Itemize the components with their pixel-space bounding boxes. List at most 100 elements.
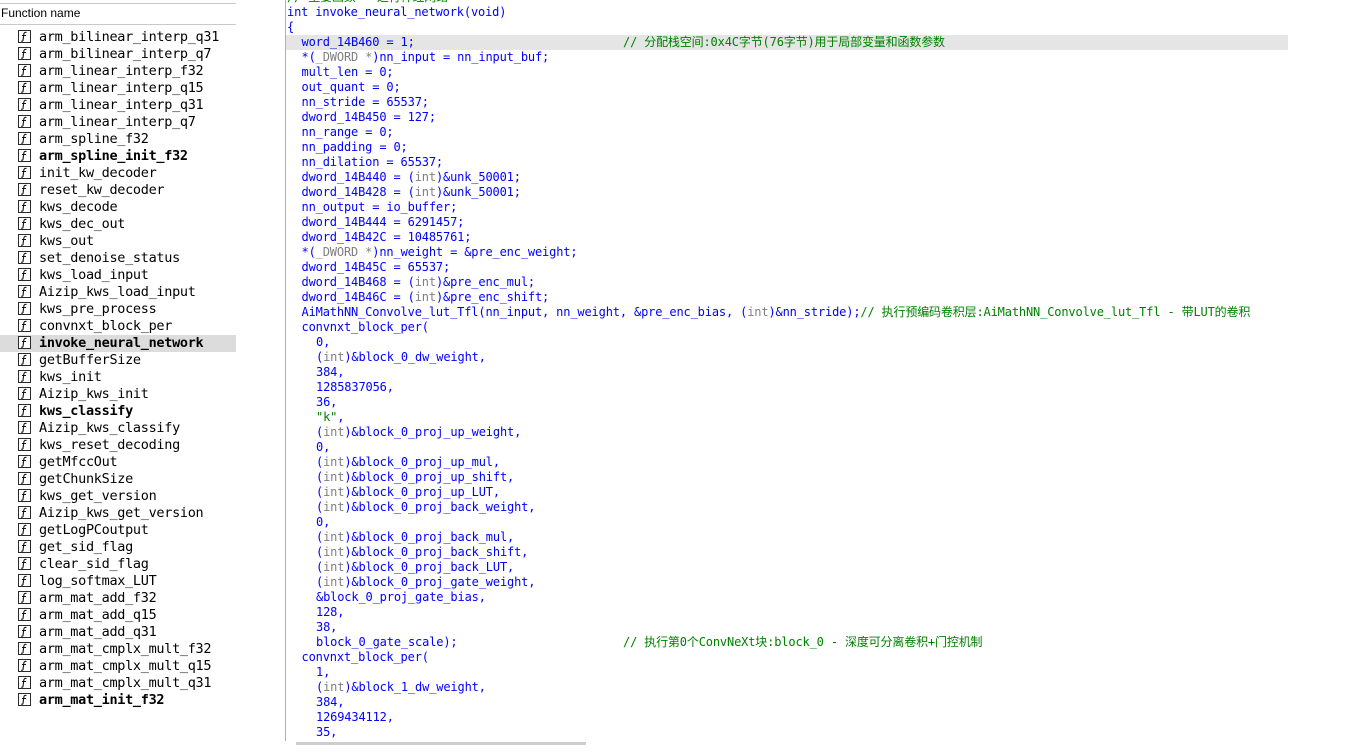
function-list-item[interactable]: arm_bilinear_interp_q31: [0, 29, 236, 46]
code-line[interactable]: 0,: [286, 335, 1348, 350]
function-name: arm_linear_interp_q31: [39, 97, 204, 113]
current-code-line[interactable]: word_14B460 = 1; // 分配栈空间:0x4C字节(76字节)用于局…: [286, 35, 1288, 50]
code-line[interactable]: *(_DWORD *)nn_input = nn_input_buf;: [286, 50, 1348, 65]
code-line[interactable]: {: [286, 20, 1348, 35]
code-line[interactable]: 36,: [286, 395, 1348, 410]
function-list-item[interactable]: invoke_neural_network: [0, 335, 236, 352]
function-list-item[interactable]: Aizip_kws_load_input: [0, 284, 236, 301]
function-list-item[interactable]: reset_kw_decoder: [0, 182, 236, 199]
function-list-item[interactable]: arm_mat_cmplx_mult_q31: [0, 675, 236, 692]
code-line[interactable]: nn_range = 0;: [286, 125, 1348, 140]
code-line[interactable]: dword_14B428 = (int)&unk_50001;: [286, 185, 1348, 200]
function-list-item[interactable]: clear_sid_flag: [0, 556, 236, 573]
code-line[interactable]: (int)&block_0_proj_gate_weight,: [286, 575, 1348, 590]
code-line[interactable]: 35,: [286, 725, 1348, 740]
function-f-icon: [18, 421, 31, 434]
code-line[interactable]: nn_output = io_buffer;: [286, 200, 1348, 215]
code-line[interactable]: (int)&block_0_proj_up_LUT,: [286, 485, 1348, 500]
function-list-item[interactable]: kws_init: [0, 369, 236, 386]
function-list-item[interactable]: init_kw_decoder: [0, 165, 236, 182]
code-line[interactable]: 0,: [286, 440, 1348, 455]
code-line[interactable]: dword_14B42C = 10485761;: [286, 230, 1348, 245]
code-line[interactable]: (int)&block_0_proj_back_weight,: [286, 500, 1348, 515]
function-list-item[interactable]: kws_dec_out: [0, 216, 236, 233]
function-list-item[interactable]: log_softmax_LUT: [0, 573, 236, 590]
code-line[interactable]: nn_padding = 0;: [286, 140, 1348, 155]
code-line[interactable]: dword_14B45C = 65537;: [286, 260, 1348, 275]
code-line[interactable]: (int)&block_0_dw_weight,: [286, 350, 1348, 365]
function-list-item[interactable]: kws_out: [0, 233, 236, 250]
function-list-item[interactable]: get_sid_flag: [0, 539, 236, 556]
function-f-icon: [18, 319, 31, 332]
code-type-cast: int: [323, 530, 345, 544]
code-line[interactable]: 1269434112,: [286, 710, 1348, 725]
code-line[interactable]: 128,: [286, 605, 1348, 620]
code-token: )&block_0_proj_back_shift,: [344, 545, 529, 559]
code-line[interactable]: block_0_gate_scale); // 执行第0个ConvNeXt块:bl…: [286, 635, 1348, 650]
function-list-item[interactable]: arm_spline_f32: [0, 131, 236, 148]
scrollbar-thumb[interactable]: [296, 742, 586, 745]
function-list-item[interactable]: arm_linear_interp_q7: [0, 114, 236, 131]
function-list-item[interactable]: arm_mat_init_f32: [0, 692, 236, 709]
function-list-item[interactable]: Aizip_kws_get_version: [0, 505, 236, 522]
code-line[interactable]: AiMathNN_Convolve_lut_Tfl(nn_input, nn_w…: [286, 305, 1348, 320]
function-list-item[interactable]: arm_linear_interp_q15: [0, 80, 236, 97]
function-list-item[interactable]: arm_mat_cmplx_mult_f32: [0, 641, 236, 658]
function-list-item[interactable]: Aizip_kws_init: [0, 386, 236, 403]
function-list-item[interactable]: arm_linear_interp_f32: [0, 63, 236, 80]
code-line[interactable]: int invoke_neural_network(void): [286, 5, 1348, 20]
function-list-item[interactable]: arm_mat_add_f32: [0, 590, 236, 607]
code-line[interactable]: "k",: [286, 410, 1348, 425]
code-line[interactable]: dword_14B450 = 127;: [286, 110, 1348, 125]
function-list-item[interactable]: arm_linear_interp_q31: [0, 97, 236, 114]
function-list-item[interactable]: kws_load_input: [0, 267, 236, 284]
code-line[interactable]: mult_len = 0;: [286, 65, 1348, 80]
code-line[interactable]: (int)&block_0_proj_back_LUT,: [286, 560, 1348, 575]
function-list-item[interactable]: convnxt_block_per: [0, 318, 236, 335]
function-list-item[interactable]: arm_mat_cmplx_mult_q15: [0, 658, 236, 675]
function-list-item[interactable]: arm_spline_init_f32: [0, 148, 236, 165]
function-list-item[interactable]: arm_bilinear_interp_q7: [0, 46, 236, 63]
code-line[interactable]: convnxt_block_per(: [286, 320, 1348, 335]
function-list-header[interactable]: Function name: [0, 3, 236, 25]
function-list-item[interactable]: arm_mat_add_q15: [0, 607, 236, 624]
code-line[interactable]: 38,: [286, 620, 1348, 635]
code-line[interactable]: 1,: [286, 665, 1348, 680]
code-line[interactable]: nn_stride = 65537;: [286, 95, 1348, 110]
code-line[interactable]: *(_DWORD *)nn_weight = &pre_enc_weight;: [286, 245, 1348, 260]
code-line[interactable]: out_quant = 0;: [286, 80, 1348, 95]
function-list-item[interactable]: kws_classify: [0, 403, 236, 420]
pseudocode-view[interactable]: // 主要函数 - 运行神经网络int invoke_neural_networ…: [286, 0, 1348, 741]
code-line[interactable]: nn_dilation = 65537;: [286, 155, 1348, 170]
function-list-item[interactable]: getLogPCoutput: [0, 522, 236, 539]
function-list-item[interactable]: kws_reset_decoding: [0, 437, 236, 454]
code-line[interactable]: 384,: [286, 695, 1348, 710]
code-line[interactable]: (int)&block_0_proj_back_mul,: [286, 530, 1348, 545]
code-line[interactable]: &block_0_proj_gate_bias,: [286, 590, 1348, 605]
function-list-item[interactable]: Aizip_kws_classify: [0, 420, 236, 437]
code-line[interactable]: dword_14B468 = (int)&pre_enc_mul;: [286, 275, 1348, 290]
function-f-icon: [18, 625, 31, 638]
function-list-item[interactable]: kws_get_version: [0, 488, 236, 505]
code-line[interactable]: convnxt_block_per(: [286, 650, 1348, 665]
code-line[interactable]: dword_14B444 = 6291457;: [286, 215, 1348, 230]
code-line[interactable]: (int)&block_0_proj_up_weight,: [286, 425, 1348, 440]
function-list-item[interactable]: getChunkSize: [0, 471, 236, 488]
function-list-item[interactable]: kws_decode: [0, 199, 236, 216]
code-line[interactable]: 1285837056,: [286, 380, 1348, 395]
code-line[interactable]: (int)&block_0_proj_back_shift,: [286, 545, 1348, 560]
function-list-item[interactable]: set_denoise_status: [0, 250, 236, 267]
code-line[interactable]: dword_14B440 = (int)&unk_50001;: [286, 170, 1348, 185]
code-text: mult_len = 0;: [302, 65, 394, 80]
code-line[interactable]: 0,: [286, 515, 1348, 530]
function-list-item[interactable]: kws_pre_process: [0, 301, 236, 318]
function-list-item[interactable]: getMfccOut: [0, 454, 236, 471]
code-line[interactable]: (int)&block_1_dw_weight,: [286, 680, 1348, 695]
horizontal-scrollbar[interactable]: [0, 741, 1348, 756]
function-list-item[interactable]: arm_mat_add_q31: [0, 624, 236, 641]
code-line[interactable]: (int)&block_0_proj_up_mul,: [286, 455, 1348, 470]
code-line[interactable]: (int)&block_0_proj_up_shift,: [286, 470, 1348, 485]
function-list-item[interactable]: getBufferSize: [0, 352, 236, 369]
code-line[interactable]: dword_14B46C = (int)&pre_enc_shift;: [286, 290, 1348, 305]
code-line[interactable]: 384,: [286, 365, 1348, 380]
